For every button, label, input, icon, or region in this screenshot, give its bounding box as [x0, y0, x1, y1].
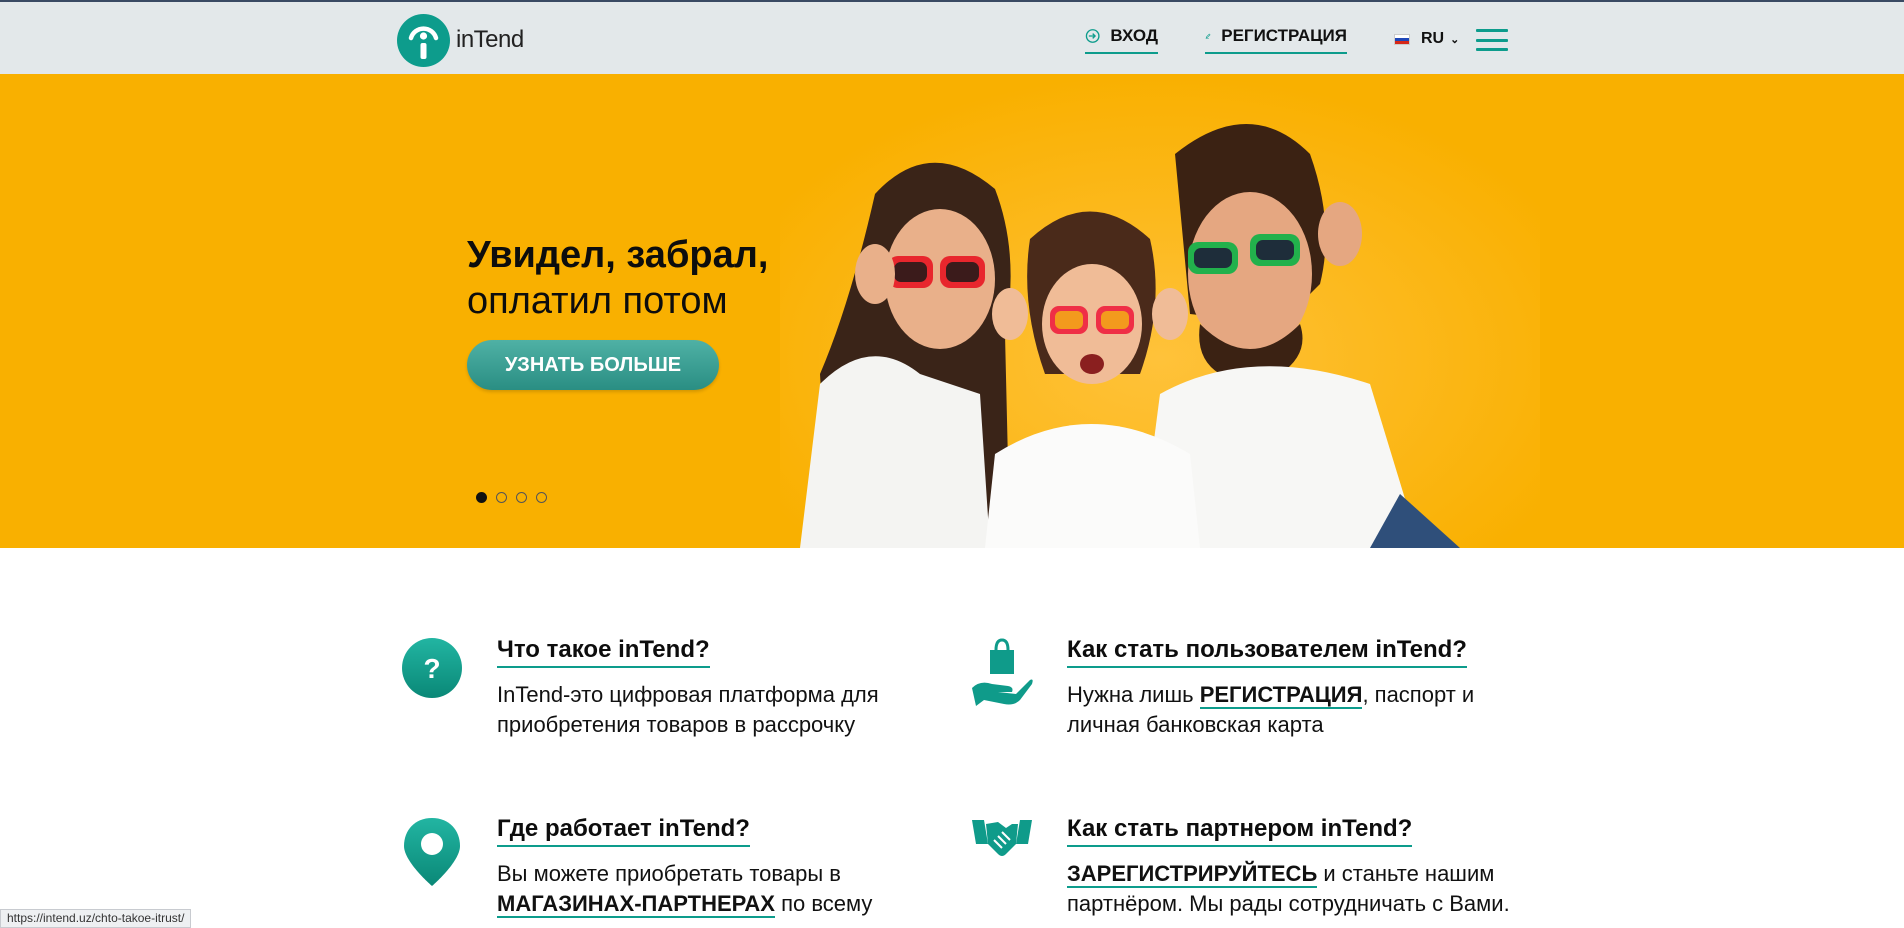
feature-text: ЗАРЕГИСТРИРУЙТЕСЬ и станьте нашим партнё… — [1067, 861, 1510, 916]
pencil-icon — [1205, 33, 1211, 39]
russia-flag-icon — [1394, 33, 1410, 45]
hero-title: Увидел, забрал, оплатил потом — [467, 232, 768, 324]
partner-stores-link[interactable]: МАГАЗИНАХ-ПАРТНЕРАХ — [497, 891, 775, 918]
language-selector[interactable]: RU ⌄ — [1394, 30, 1459, 48]
svg-text:?: ? — [423, 653, 440, 684]
hamburger-icon-line — [1476, 29, 1508, 32]
login-label: ВХОД — [1110, 26, 1158, 45]
family-sunglasses-photo — [780, 74, 1540, 548]
slider-dot[interactable] — [516, 492, 527, 503]
hamburger-icon-line — [1476, 48, 1508, 51]
hamburger-icon-line — [1476, 38, 1508, 42]
hand-shopping-bag-icon — [970, 636, 1034, 713]
register-label: РЕГИСТРАЦИЯ — [1221, 26, 1347, 45]
feature-how-to-user: Как стать пользователем inTend? Нужна ли… — [1067, 636, 1487, 740]
feature-title[interactable]: Что такое inTend? — [497, 636, 710, 668]
feature-title[interactable]: Где работает inTend? — [497, 815, 750, 847]
register-link[interactable]: РЕГИСТРАЦИЯ — [1205, 24, 1347, 54]
handshake-icon — [972, 814, 1032, 865]
slider-dot[interactable] — [476, 492, 487, 503]
feature-title[interactable]: Как стать партнером inTend? — [1067, 815, 1413, 847]
feature-text: Нужна лишь РЕГИСТРАЦИЯ, паспорт и личная… — [1067, 682, 1475, 737]
login-link[interactable]: ВХОД — [1085, 24, 1158, 54]
feature-text: InTend-это цифровая платформа для приобр… — [497, 682, 879, 737]
feature-how-to-partner: Как стать партнером inTend? ЗАРЕГИСТРИРУ… — [1067, 815, 1527, 919]
feature-what-is: Что такое inTend? InTend-это цифровая пл… — [497, 636, 887, 740]
hero-banner: Увидел, забрал, оплатил потом УЗНАТЬ БОЛ… — [0, 74, 1904, 548]
learn-more-button[interactable]: УЗНАТЬ БОЛЬШЕ — [467, 340, 719, 390]
logo-icon — [397, 13, 450, 67]
logo-link[interactable]: inTend — [397, 13, 525, 67]
chevron-down-icon: ⌄ — [1450, 33, 1460, 46]
feature-text: Вы можете приобретать товары в МАГАЗИНАХ… — [497, 861, 873, 918]
menu-button[interactable] — [1476, 29, 1508, 51]
language-label: RU — [1421, 30, 1445, 47]
feature-title[interactable]: Как стать пользователем inTend? — [1067, 636, 1467, 668]
slider-dot[interactable] — [536, 492, 547, 503]
slider-dot[interactable] — [496, 492, 507, 503]
question-icon: ? — [402, 638, 462, 703]
hero-title-line2: оплатил потом — [467, 280, 728, 322]
slider-dots — [476, 492, 556, 503]
status-bar-url: https://intend.uz/chto-takoe-itrust/ — [0, 909, 192, 928]
login-icon — [1085, 29, 1100, 43]
logo-text: inTend — [456, 26, 524, 53]
feature-where: Где работает inTend? Вы можете приобрета… — [497, 815, 887, 919]
registration-link[interactable]: РЕГИСТРАЦИЯ — [1199, 682, 1363, 709]
register-partner-link[interactable]: ЗАРЕГИСТРИРУЙТЕСЬ — [1067, 861, 1318, 888]
site-header: inTend ВХОД РЕГИСТРАЦИЯ RU ⌄ — [0, 2, 1904, 74]
hero-title-line1: Увидел, забрал, — [467, 234, 769, 276]
location-pin-icon — [402, 816, 462, 893]
